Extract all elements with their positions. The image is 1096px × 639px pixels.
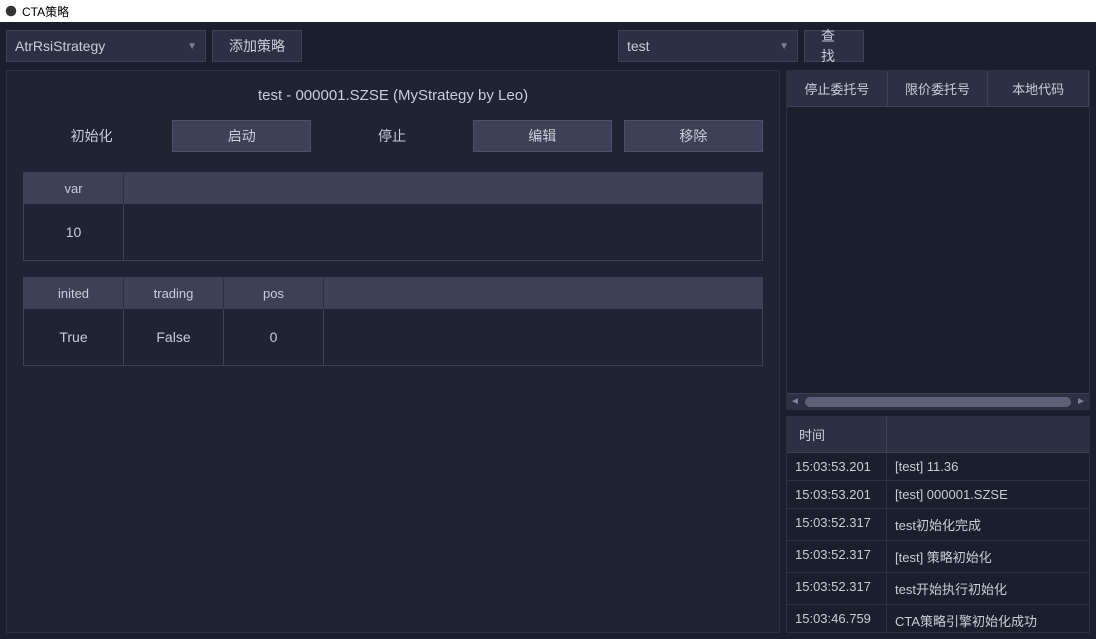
app-icon (4, 4, 18, 18)
scroll-right-icon[interactable]: ► (1073, 394, 1089, 410)
strategy-select-value: AtrRsiStrategy (15, 38, 105, 54)
orders-body (787, 107, 1089, 393)
log-time: 15:03:46.759 (787, 605, 887, 632)
status-header-pos: pos (224, 278, 324, 309)
start-button[interactable]: 启动 (172, 120, 311, 152)
scrollbar-thumb[interactable] (805, 397, 1071, 407)
add-strategy-button[interactable]: 添加策略 (212, 30, 302, 62)
vars-table: var 10 (23, 172, 763, 261)
log-row: 15:03:53.201 [test] 11.36 (787, 453, 1089, 481)
status-header-inited: inited (24, 278, 124, 309)
search-select[interactable]: test ▼ (618, 30, 798, 62)
orders-col-stop[interactable]: 停止委托号 (787, 71, 888, 106)
top-toolbar: AtrRsiStrategy ▼ 添加策略 test ▼ 查找 (0, 22, 1096, 70)
vars-value: 10 (24, 204, 124, 260)
init-button[interactable]: 初始化 (23, 120, 160, 152)
log-msg: [test] 策略初始化 (887, 541, 1089, 572)
log-msg: CTA策略引擎初始化成功 (887, 605, 1089, 632)
log-time: 15:03:53.201 (787, 453, 887, 480)
log-msg: [test] 000001.SZSE (887, 481, 1089, 508)
log-row: 15:03:52.317 [test] 策略初始化 (787, 541, 1089, 573)
strategy-title: test - 000001.SZSE (MyStrategy by Leo) (23, 87, 763, 104)
log-msg: [test] 11.36 (887, 453, 1089, 480)
log-row: 15:03:52.317 test开始执行初始化 (787, 573, 1089, 605)
orders-col-local[interactable]: 本地代码 (988, 71, 1089, 106)
orders-col-limit[interactable]: 限价委托号 (888, 71, 989, 106)
log-panel: 时间 15:03:53.201 [test] 11.36 15:03:53.20… (786, 416, 1090, 633)
log-body: 15:03:53.201 [test] 11.36 15:03:53.201 [… (787, 453, 1089, 632)
log-row: 15:03:53.201 [test] 000001.SZSE (787, 481, 1089, 509)
status-table: inited trading pos True False 0 (23, 277, 763, 366)
titlebar: CTA策略 (0, 0, 1096, 22)
status-value-pos: 0 (224, 309, 324, 365)
log-time: 15:03:52.317 (787, 573, 887, 604)
log-row: 15:03:46.759 CTA策略引擎初始化成功 (787, 605, 1089, 632)
search-select-value: test (627, 38, 650, 54)
log-header-time[interactable]: 时间 (787, 417, 887, 452)
chevron-down-icon: ▼ (187, 41, 197, 52)
status-value-trading: False (124, 309, 224, 365)
log-msg: test开始执行初始化 (887, 573, 1089, 604)
edit-button[interactable]: 编辑 (473, 120, 612, 152)
log-time: 15:03:52.317 (787, 509, 887, 540)
log-time: 15:03:52.317 (787, 541, 887, 572)
window-title: CTA策略 (22, 3, 69, 20)
strategy-select[interactable]: AtrRsiStrategy ▼ (6, 30, 206, 62)
log-time: 15:03:53.201 (787, 481, 887, 508)
orders-panel: 停止委托号 限价委托号 本地代码 ◄ ► (786, 70, 1090, 410)
horizontal-scrollbar[interactable]: ◄ ► (787, 393, 1089, 409)
status-header-trading: trading (124, 278, 224, 309)
scroll-left-icon[interactable]: ◄ (787, 394, 803, 410)
search-button[interactable]: 查找 (804, 30, 864, 62)
vars-header: var (24, 173, 124, 204)
stop-button[interactable]: 停止 (323, 120, 460, 152)
remove-button[interactable]: 移除 (624, 120, 763, 152)
strategy-panel: test - 000001.SZSE (MyStrategy by Leo) 初… (6, 70, 780, 633)
log-msg: test初始化完成 (887, 509, 1089, 540)
status-value-inited: True (24, 309, 124, 365)
chevron-down-icon: ▼ (779, 41, 789, 52)
log-row: 15:03:52.317 test初始化完成 (787, 509, 1089, 541)
